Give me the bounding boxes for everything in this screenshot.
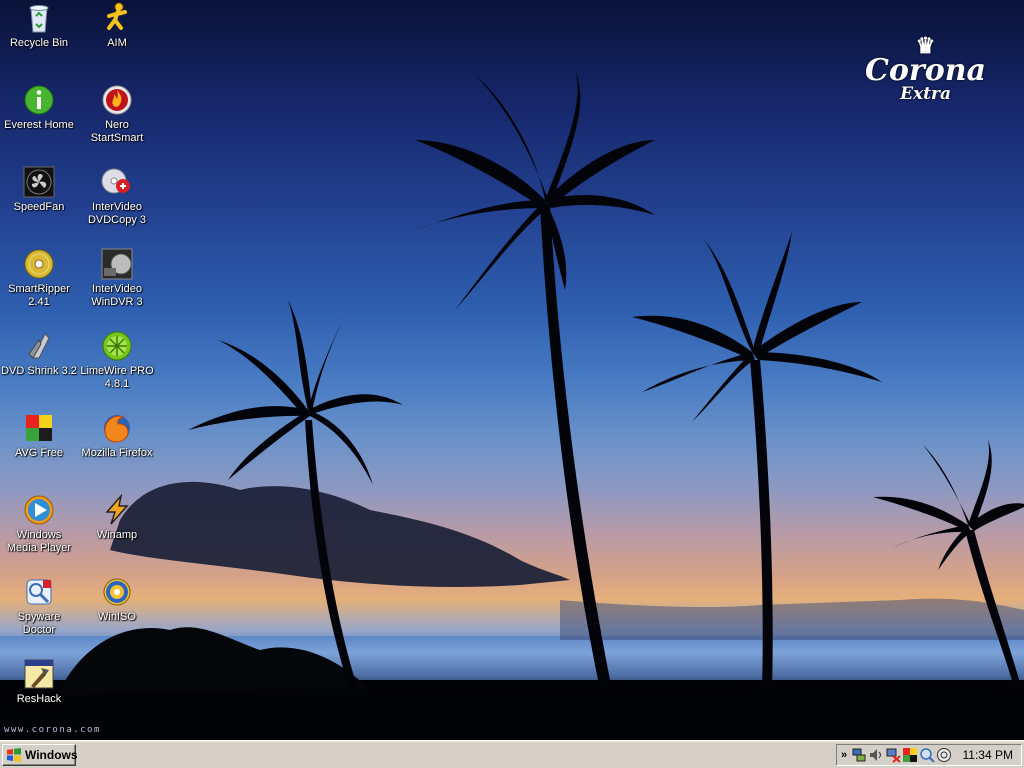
taskbar: Windows » 11:34 PM <box>0 740 1024 768</box>
desktop-icon-dvd-shrink[interactable]: DVD Shrink 3.2 <box>0 330 80 378</box>
limewire-icon <box>102 331 132 361</box>
avg-icon <box>26 415 52 441</box>
dvd-shrink-icon <box>28 333 50 359</box>
clock[interactable]: 11:34 PM <box>963 748 1013 762</box>
windows-logo-icon <box>7 748 21 762</box>
desktop-icon-avg-free[interactable]: AVG Free <box>0 412 80 460</box>
system-tray: » 11:34 PM <box>836 744 1022 766</box>
brand-name: Corona <box>865 53 986 88</box>
desktop-icon-intervideo-dvdcopy[interactable]: InterVideo DVDCopy 3 <box>76 166 158 227</box>
nero-flame-icon <box>102 85 132 115</box>
desktop-icon-winiso[interactable]: WinISO <box>76 576 158 624</box>
start-button[interactable]: Windows <box>2 744 78 766</box>
spyware-doctor-icon <box>26 579 52 605</box>
everest-info-icon <box>24 85 54 115</box>
desktop-icon-limewire[interactable]: LimeWire PRO 4.8.1 <box>76 330 158 391</box>
disc-gold-icon <box>24 249 54 279</box>
firefox-icon <box>104 415 130 443</box>
desktop-icon-speedfan[interactable]: SpeedFan <box>0 166 80 214</box>
desktop-icon-everest-home[interactable]: Everest Home <box>0 84 80 132</box>
desktop-icon-spyware-doctor[interactable]: Spyware Doctor <box>0 576 80 637</box>
reshack-icon <box>24 659 54 689</box>
desktop-icon-windows-media-player[interactable]: Windows Media Player <box>0 494 80 555</box>
desktop-icon-recycle-bin[interactable]: Recycle Bin <box>0 2 80 50</box>
desktop-icon-aim[interactable]: AIM <box>76 2 158 50</box>
network-icon[interactable] <box>851 747 867 763</box>
winiso-icon <box>103 578 131 606</box>
brand-subtitle: Extra <box>900 84 951 104</box>
corona-extra-logo: ♛ Corona Extra <box>865 35 986 104</box>
dvd-copy-icon <box>101 168 130 194</box>
desktop-icon-smartripper[interactable]: SmartRipper 2.41 <box>0 248 80 309</box>
start-label: Windows <box>25 748 78 762</box>
network-disconnected-icon[interactable] <box>885 747 901 763</box>
aim-running-man-icon <box>107 2 127 30</box>
windvr-icon <box>101 248 133 280</box>
volume-icon[interactable] <box>868 747 884 763</box>
cloud-silhouette <box>110 481 570 587</box>
spyware-tray-icon[interactable] <box>919 747 935 763</box>
speedfan-fan-icon <box>23 166 55 198</box>
watermark-text: www.corona.com <box>4 725 101 735</box>
media-player-icon <box>24 495 54 525</box>
desktop-icon-nero-startsmart[interactable]: Nero StartSmart <box>76 84 158 145</box>
desktop[interactable]: ♛ Corona Extra www.corona.com Recycle Bi… <box>0 0 1024 740</box>
desktop-icon-winamp[interactable]: Winamp <box>76 494 158 542</box>
limewire-tray-icon[interactable] <box>936 747 952 763</box>
winamp-icon <box>105 494 129 525</box>
chevron-expand-icon[interactable]: » <box>837 749 851 761</box>
desktop-icon-intervideo-windvr[interactable]: InterVideo WinDVR 3 <box>76 248 158 309</box>
desktop-icon-mozilla-firefox[interactable]: Mozilla Firefox <box>76 412 158 460</box>
desktop-icon-reshack[interactable]: ResHack <box>0 658 80 706</box>
avg-tray-icon[interactable] <box>902 747 918 763</box>
recycle-bin-icon <box>29 5 49 33</box>
